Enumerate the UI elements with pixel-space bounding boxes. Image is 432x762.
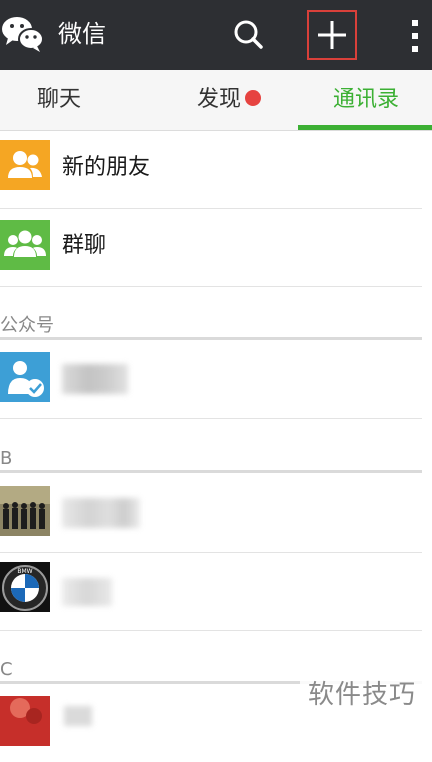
contact-row[interactable]	[0, 474, 432, 552]
bmw-logo-avatar: BMW	[0, 562, 50, 612]
divider	[0, 630, 422, 631]
tab-discover[interactable]: 发现	[170, 70, 288, 130]
add-friend-icon	[0, 140, 50, 190]
tab-bar: 聊天 发现 通讯录	[0, 70, 432, 131]
search-icon	[234, 20, 263, 49]
top-bar: 微信	[0, 0, 432, 70]
hidden-contact-name	[64, 706, 92, 726]
tab-contacts[interactable]: 通讯录	[300, 70, 432, 130]
group-photo-avatar	[0, 486, 50, 536]
hidden-contact-name	[62, 364, 128, 394]
section-divider	[0, 470, 422, 473]
contact-row[interactable]: BMW	[0, 552, 432, 630]
app-title: 微信	[58, 20, 106, 48]
search-button[interactable]	[228, 14, 270, 56]
divider	[0, 286, 422, 287]
add-button[interactable]	[307, 10, 357, 60]
hidden-contact-name	[62, 498, 140, 528]
contact-name: 群聊	[62, 233, 107, 258]
watermark: 软件技巧	[300, 666, 432, 722]
tab-label: 聊天	[36, 87, 81, 112]
tab-chats[interactable]: 聊天	[0, 70, 118, 130]
svg-text:BMW: BMW	[17, 568, 32, 575]
hidden-contact-name	[62, 578, 112, 606]
official-account-icon	[0, 352, 50, 402]
contact-row-group-chat[interactable]: 群聊	[0, 208, 432, 286]
contact-row-new-friends[interactable]: 新的朋友	[0, 130, 432, 208]
divider	[0, 418, 422, 419]
contact-row-official-account[interactable]	[0, 340, 432, 418]
watermark-text: 软件技巧	[308, 680, 417, 710]
more-vertical-icon	[412, 20, 418, 52]
red-avatar	[0, 696, 50, 746]
group-chat-icon	[0, 220, 50, 270]
tab-label: 通讯录	[332, 87, 399, 112]
tab-label: 发现	[196, 87, 241, 112]
more-button[interactable]	[402, 16, 428, 56]
unread-dot-icon	[245, 90, 261, 106]
wechat-logo-icon	[2, 17, 44, 52]
plus-icon	[318, 21, 346, 49]
contact-name: 新的朋友	[62, 155, 151, 180]
